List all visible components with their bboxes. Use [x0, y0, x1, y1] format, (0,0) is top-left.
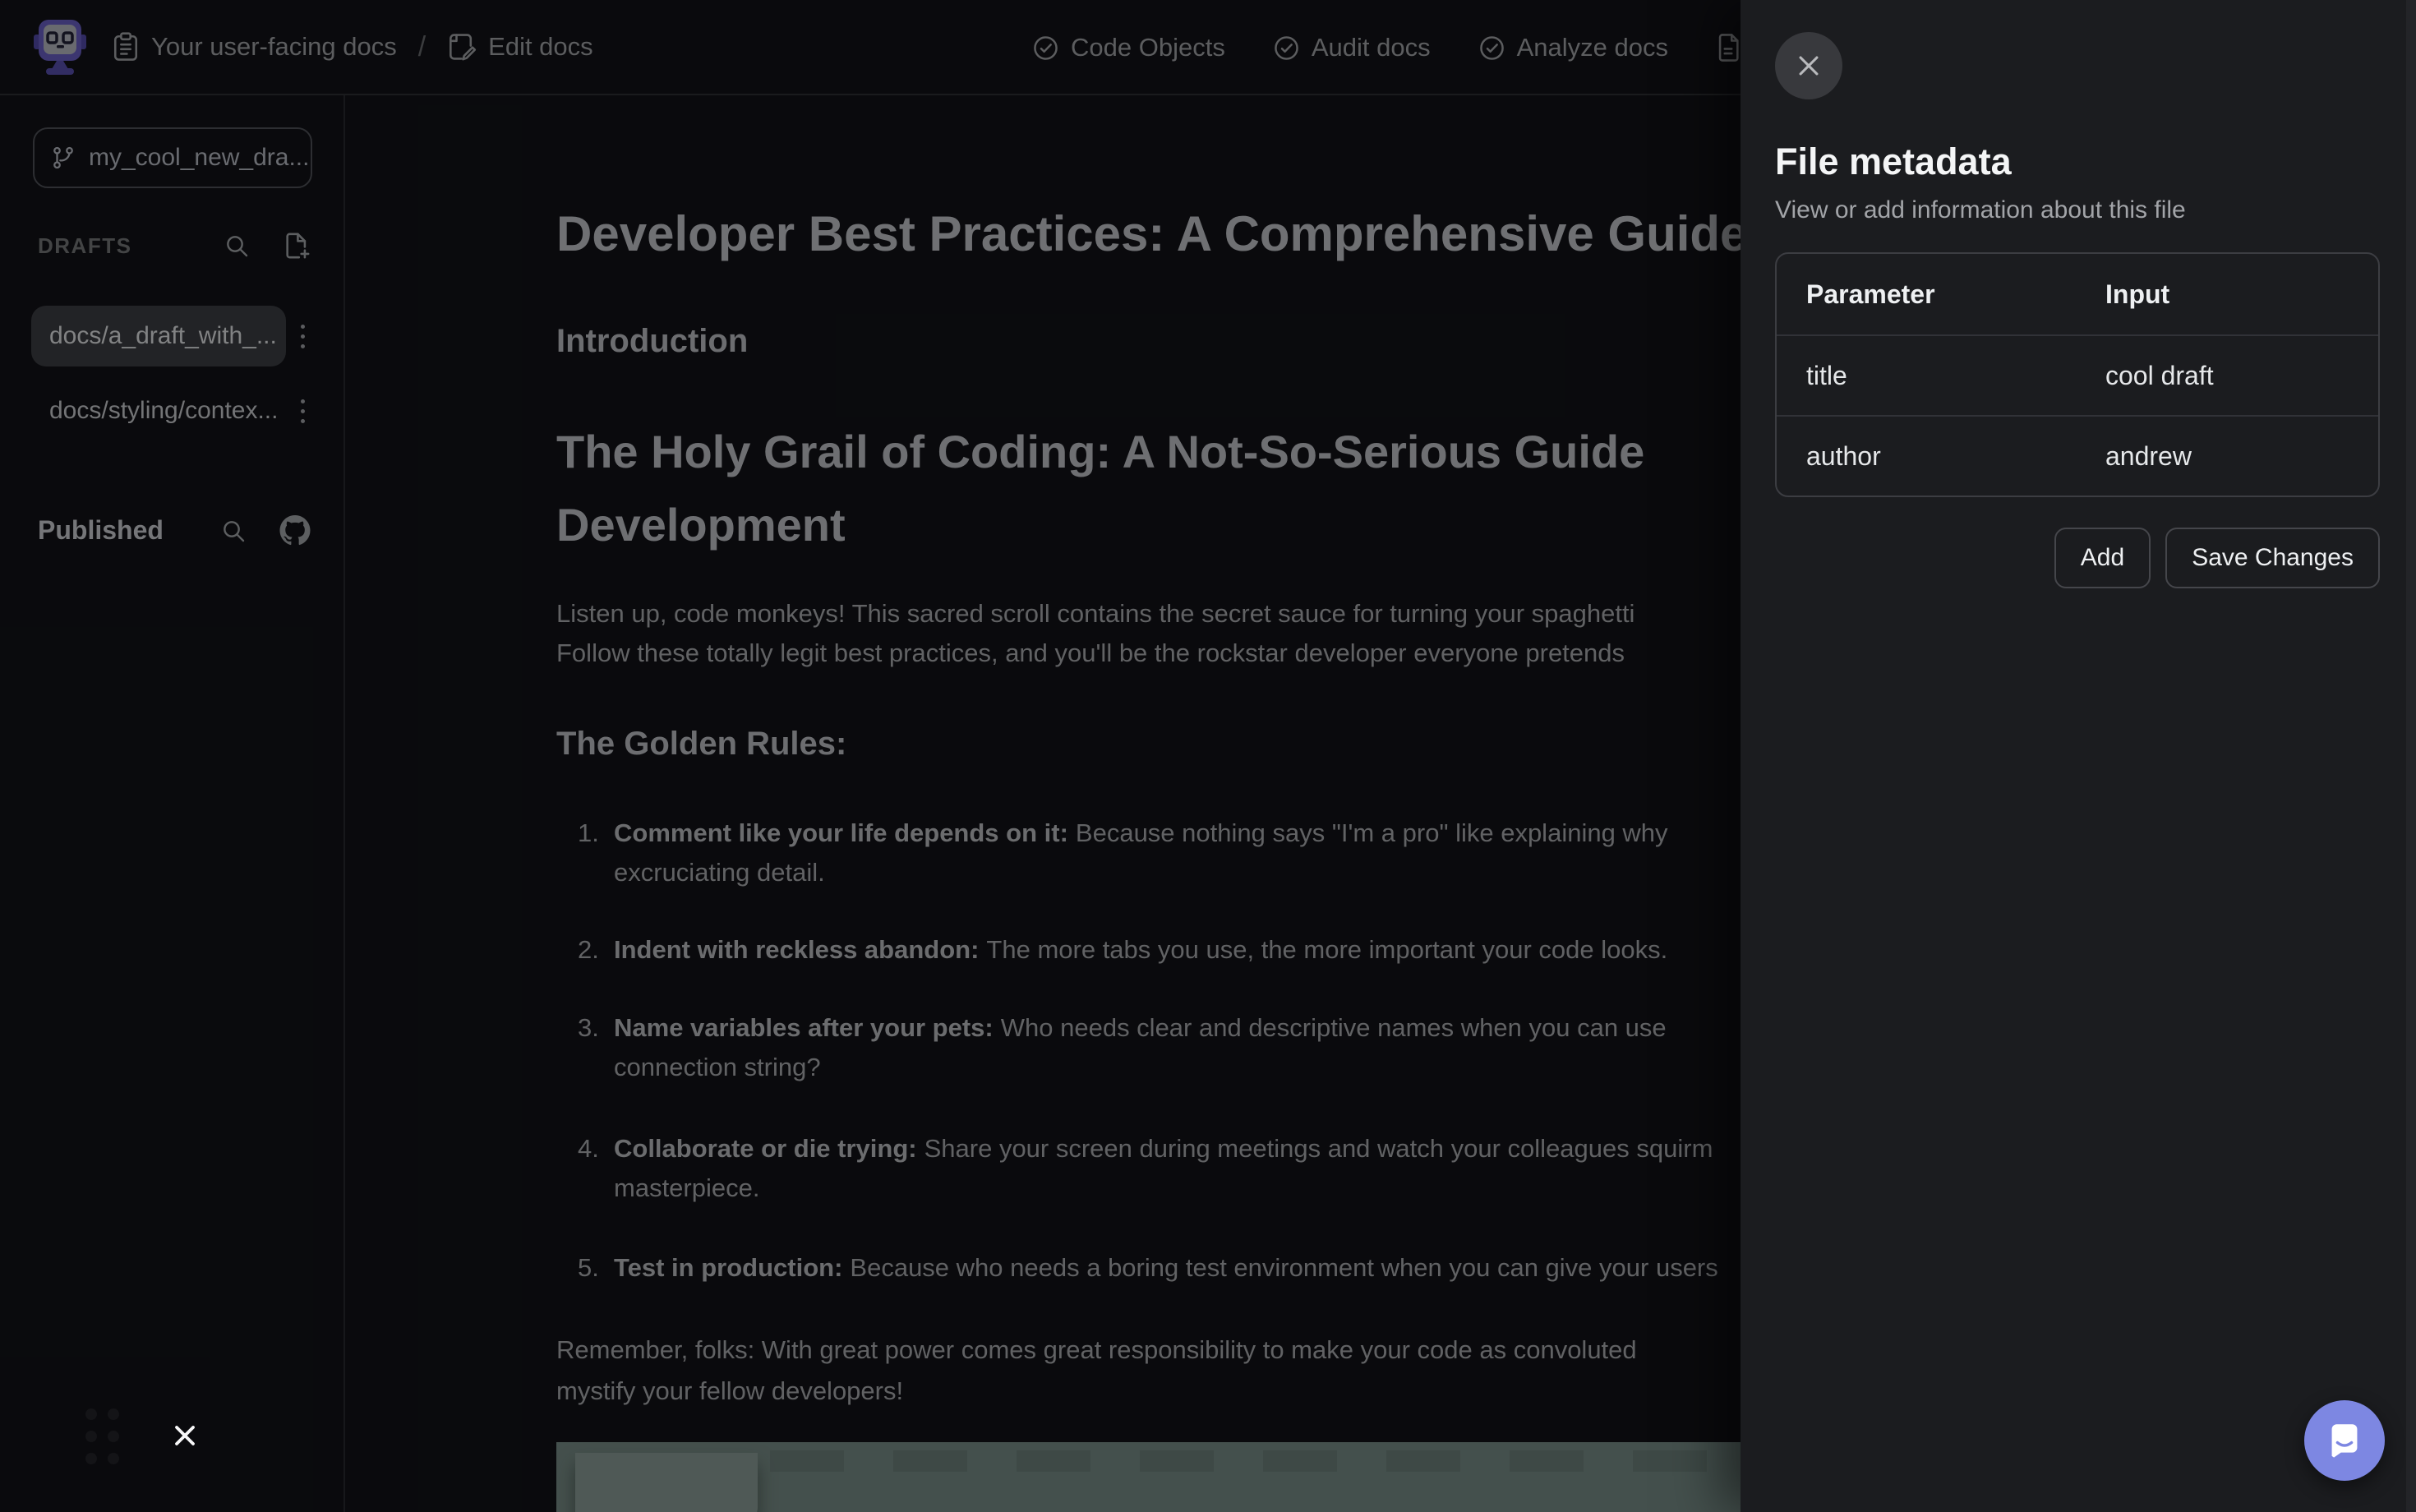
app-window: Your user-facing docs / Edit docs	[0, 0, 2416, 1512]
input-cell[interactable]: andrew	[2105, 441, 2378, 472]
widget-close-icon[interactable]	[173, 1423, 197, 1448]
panel-actions: Add Save Changes	[1775, 528, 2380, 588]
parameter-cell: author	[1777, 441, 2105, 472]
column-header-parameter: Parameter	[1777, 279, 2105, 310]
metadata-table: Parameter Input title cool draft author …	[1775, 252, 2380, 497]
close-icon	[1795, 52, 1823, 80]
drag-handle-dots-icon[interactable]	[85, 1408, 119, 1464]
panel-close-button[interactable]	[1775, 32, 1842, 99]
chat-bubble-icon	[2325, 1421, 2364, 1460]
input-cell[interactable]: cool draft	[2105, 361, 2378, 391]
table-row: author andrew	[1777, 415, 2378, 496]
panel-subtitle: View or add information about this file	[1775, 196, 2380, 224]
parameter-cell: title	[1777, 361, 2105, 391]
add-button[interactable]: Add	[2054, 528, 2151, 588]
chat-launcher-button[interactable]	[2304, 1400, 2385, 1481]
table-row: title cool draft	[1777, 334, 2378, 415]
file-metadata-panel: File metadata View or add information ab…	[1741, 0, 2416, 1512]
table-header-row: Parameter Input	[1777, 254, 2378, 334]
panel-scrollbar-gutter[interactable]	[2406, 0, 2416, 1512]
panel-title: File metadata	[1775, 141, 2380, 183]
column-header-input: Input	[2105, 279, 2378, 310]
save-changes-button[interactable]: Save Changes	[2165, 528, 2380, 588]
